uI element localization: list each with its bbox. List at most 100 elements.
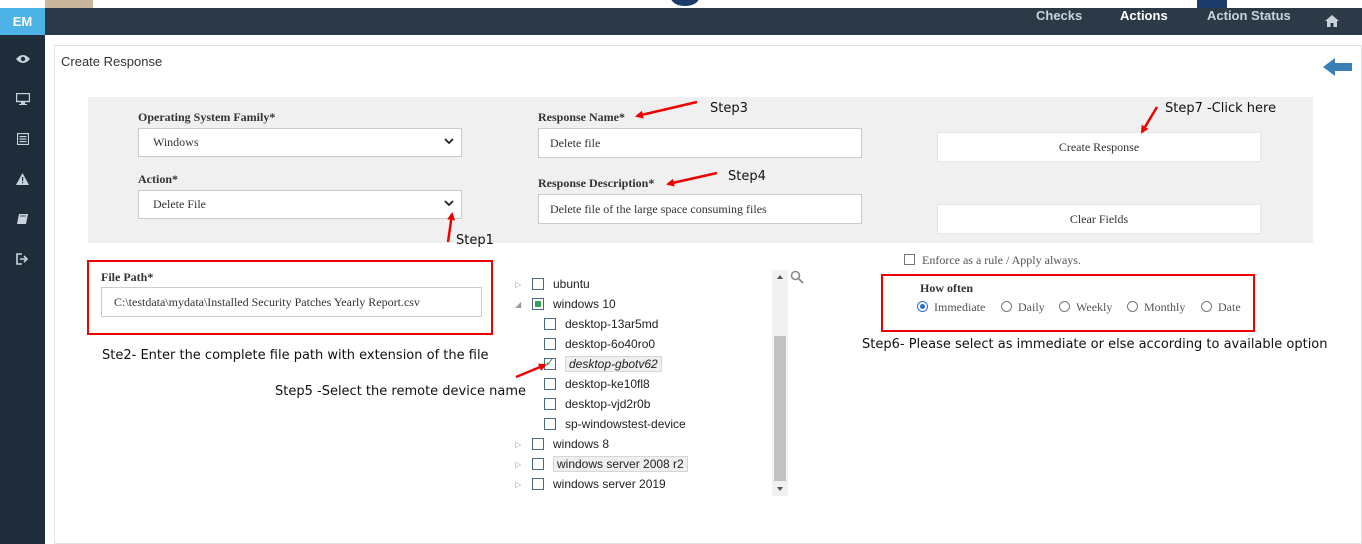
- radio-weekly[interactable]: [1059, 301, 1070, 312]
- desktop-icon: [15, 93, 30, 105]
- tree-node-checkbox[interactable]: [544, 356, 556, 370]
- nav-actions[interactable]: Actions: [1120, 8, 1168, 35]
- enforce-rule-row[interactable]: Enforce as a rule / Apply always.: [904, 253, 1081, 268]
- tree-node-checkbox[interactable]: [532, 278, 544, 290]
- nav-checks[interactable]: Checks: [1036, 8, 1082, 35]
- caret-down-icon[interactable]: ◢: [515, 300, 523, 309]
- scroll-down-icon: [777, 487, 783, 491]
- scroll-up-icon: [777, 275, 783, 279]
- os-family-select[interactable]: Windows: [138, 128, 462, 157]
- caret-right-icon[interactable]: ▷: [515, 480, 523, 489]
- tree-node-label[interactable]: windows 10: [553, 297, 616, 311]
- tree-node-checkbox[interactable]: [544, 398, 556, 410]
- how-often-date[interactable]: Date: [1201, 300, 1241, 315]
- enforce-rule-label: Enforce as a rule / Apply always.: [922, 253, 1081, 267]
- annotation-step5: Step5 -Select the remote device name: [275, 384, 526, 399]
- warning-icon: [16, 173, 29, 185]
- how-often-immediate[interactable]: Immediate: [917, 300, 985, 315]
- nav-home[interactable]: [1325, 8, 1339, 35]
- tree-node-label[interactable]: desktop-gbotv62: [565, 356, 662, 372]
- tree-node-checkbox[interactable]: [544, 338, 556, 350]
- tree-node-checkbox[interactable]: [544, 378, 556, 390]
- tree-node-checkbox[interactable]: [532, 458, 544, 470]
- tree-node-checkbox[interactable]: [544, 318, 556, 330]
- tree-node-label[interactable]: windows 8: [553, 437, 609, 451]
- radio-immediate[interactable]: [917, 301, 928, 312]
- tree-node-label[interactable]: desktop-13ar5md: [565, 317, 658, 331]
- logo-icon: [671, 0, 699, 6]
- annotation-step3: Step3: [710, 101, 748, 116]
- annotation-step1: Step1: [456, 233, 494, 248]
- tree-node-label[interactable]: ubuntu: [553, 277, 590, 291]
- tree-node[interactable]: ▷ ubuntu: [515, 275, 590, 293]
- annotation-step2: Ste2- Enter the complete file path with …: [102, 348, 489, 363]
- os-family-value: Windows: [153, 135, 199, 149]
- create-response-button[interactable]: Create Response: [937, 132, 1261, 162]
- tree-node-label[interactable]: windows server 2019: [553, 477, 666, 491]
- brand-logo[interactable]: EM: [0, 8, 45, 35]
- sidebar-item-logout[interactable]: [0, 239, 45, 279]
- sidebar-item-monitor[interactable]: [0, 39, 45, 79]
- chevron-down-icon: [444, 138, 454, 145]
- sidebar-item-reports[interactable]: [0, 119, 45, 159]
- action-value: Delete File: [153, 197, 206, 211]
- tree-node-label[interactable]: desktop-vjd2r0b: [565, 397, 650, 411]
- clear-fields-button[interactable]: Clear Fields: [937, 204, 1261, 234]
- tree-node[interactable]: desktop-gbotv62: [544, 355, 662, 373]
- radio-date[interactable]: [1201, 301, 1212, 312]
- response-description-input[interactable]: Delete file of the large space consuming…: [538, 194, 862, 224]
- sidebar: EM: [0, 8, 45, 544]
- tree-scrollbar[interactable]: [772, 270, 788, 496]
- tree-node[interactable]: ▷ windows 8: [515, 435, 609, 453]
- response-name-label: Response Name*: [538, 110, 625, 124]
- how-often-label: How often: [920, 281, 973, 295]
- annotation-step7: Step7 -Click here: [1165, 101, 1277, 116]
- tree-node[interactable]: desktop-6o40ro0: [544, 335, 655, 353]
- radio-monthly[interactable]: [1127, 301, 1138, 312]
- create-response-panel: Create Response Operating System Family*…: [54, 45, 1362, 544]
- sign-out-icon: [16, 253, 29, 265]
- file-path-input[interactable]: C:\testdata\mydata\Installed Security Pa…: [101, 287, 482, 317]
- banner-block: [1197, 0, 1227, 8]
- search-icon[interactable]: [790, 270, 804, 284]
- tree-node-label[interactable]: desktop-ke10fl8: [565, 377, 650, 391]
- caret-right-icon[interactable]: ▷: [515, 280, 523, 289]
- sidebar-item-devices[interactable]: [0, 79, 45, 119]
- tree-node[interactable]: ▷ windows server 2019: [515, 475, 666, 493]
- how-often-weekly[interactable]: Weekly: [1059, 300, 1112, 315]
- tree-node[interactable]: desktop-vjd2r0b: [544, 395, 650, 413]
- tree-node-checkbox[interactable]: [532, 478, 544, 490]
- tree-node-label[interactable]: sp-windowstest-device: [565, 417, 686, 431]
- nav-action-status[interactable]: Action Status: [1207, 8, 1291, 35]
- panel-title: Create Response: [61, 54, 163, 69]
- tree-node[interactable]: sp-windowstest-device: [544, 415, 686, 433]
- caret-right-icon[interactable]: ▷: [515, 460, 523, 469]
- arrow-left-icon: [1323, 58, 1352, 76]
- tree-node-label[interactable]: desktop-6o40ro0: [565, 337, 655, 351]
- caret-right-icon[interactable]: ▷: [515, 440, 523, 449]
- tree-node-label[interactable]: windows server 2008 r2: [553, 456, 688, 472]
- tree-node[interactable]: desktop-ke10fl8: [544, 375, 650, 393]
- tree-node-checkbox[interactable]: [532, 298, 544, 310]
- top-navbar: Checks Actions Action Status: [45, 8, 1362, 35]
- back-button[interactable]: [1323, 57, 1353, 77]
- action-label: Action*: [138, 172, 178, 186]
- home-icon: [1325, 15, 1339, 27]
- response-name-input[interactable]: Delete file: [538, 128, 862, 158]
- scroll-thumb[interactable]: [774, 336, 786, 481]
- how-often-daily[interactable]: Daily: [1001, 300, 1045, 315]
- sidebar-item-docs[interactable]: [0, 199, 45, 239]
- book-icon: [16, 214, 28, 224]
- radio-daily[interactable]: [1001, 301, 1012, 312]
- how-often-monthly[interactable]: Monthly: [1127, 300, 1185, 315]
- enforce-rule-checkbox[interactable]: [904, 254, 915, 265]
- tree-node-checkbox[interactable]: [532, 438, 544, 450]
- sidebar-item-alerts[interactable]: [0, 159, 45, 199]
- annotation-step6: Step6- Please select as immediate or els…: [862, 337, 1328, 352]
- tree-node[interactable]: ◢ windows 10: [515, 295, 616, 313]
- tree-node-checkbox[interactable]: [544, 418, 556, 430]
- tree-node[interactable]: desktop-13ar5md: [544, 315, 658, 333]
- action-select[interactable]: Delete File: [138, 190, 462, 219]
- tree-node[interactable]: ▷ windows server 2008 r2: [515, 455, 688, 473]
- eye-icon: [15, 55, 30, 63]
